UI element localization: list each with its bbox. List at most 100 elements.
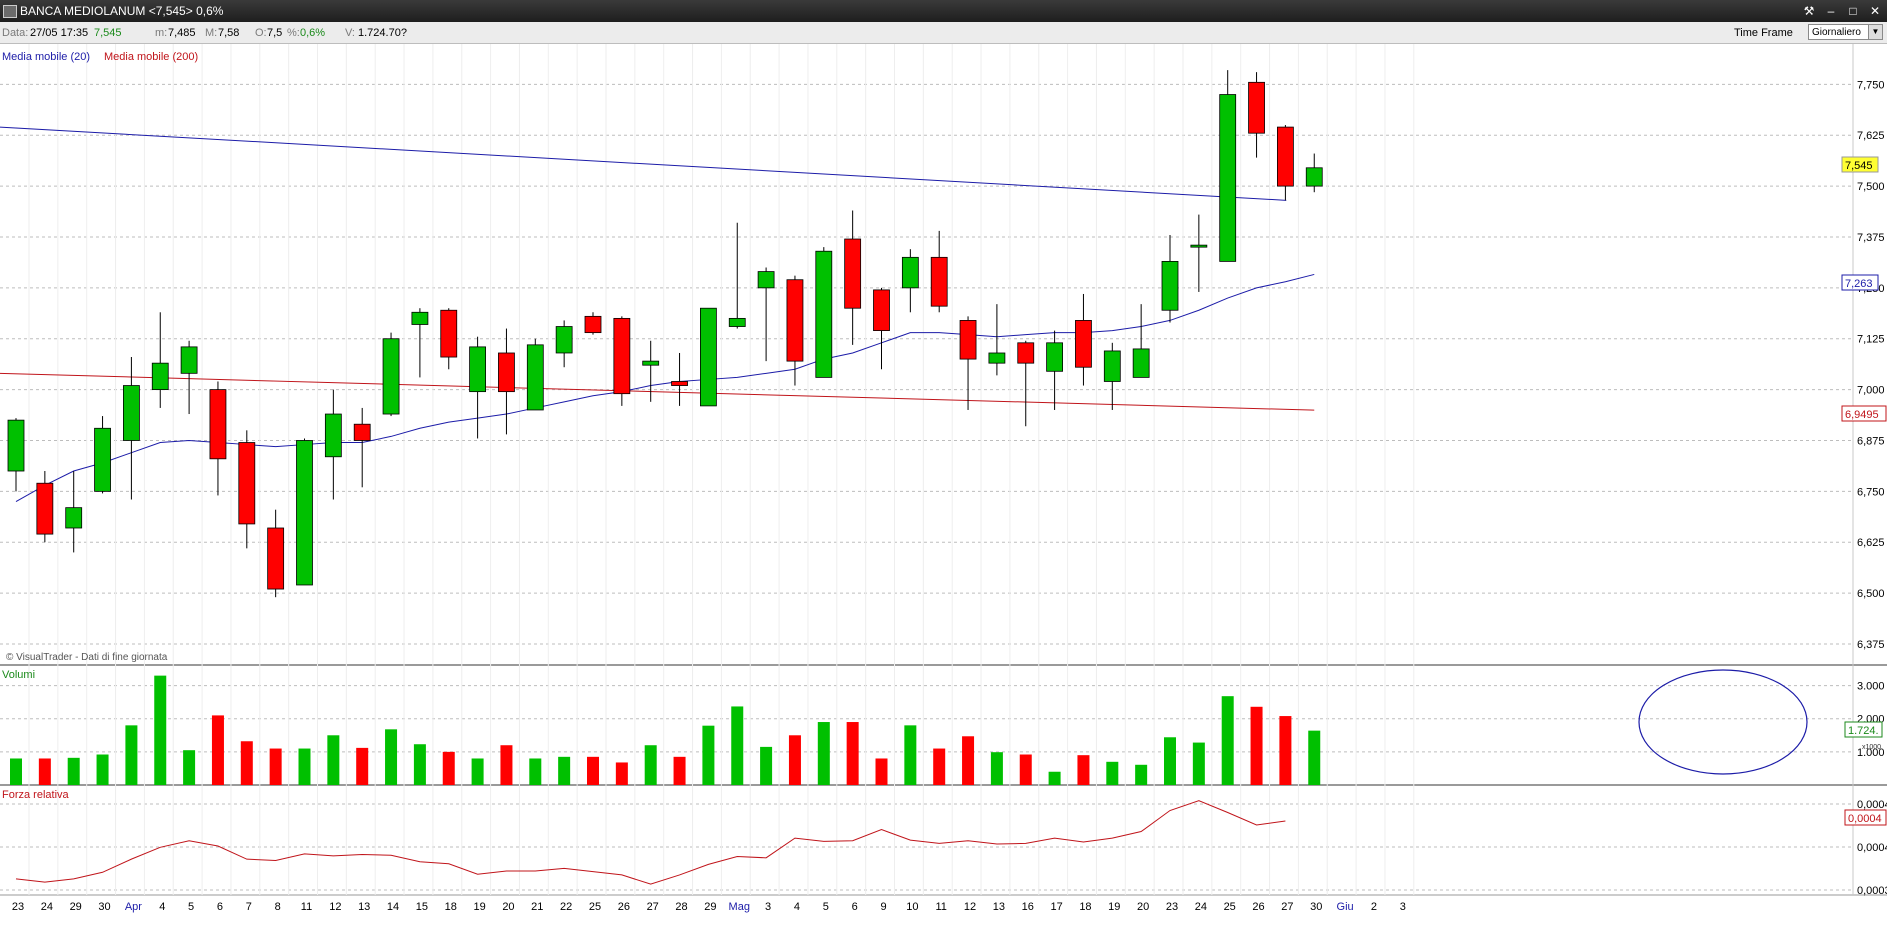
legend-ma200: Media mobile (200)	[104, 51, 198, 63]
volume-bar	[788, 735, 801, 785]
candle-down	[671, 381, 688, 386]
pin-icon[interactable]: ⚒	[1801, 3, 1817, 19]
open-value: 7,5	[267, 27, 283, 39]
rs-tick-label: 0,0003	[1857, 885, 1887, 897]
candle-down	[1075, 320, 1092, 368]
x-tick-label: 2	[1371, 901, 1377, 913]
pct-value: 0,6%	[300, 27, 326, 39]
candle-down	[1277, 126, 1294, 187]
candle-up	[901, 256, 919, 289]
candle-up	[469, 346, 487, 393]
price-tick-label: 7,750	[1857, 79, 1885, 91]
last-price-badge-text: 7,545	[1845, 160, 1873, 172]
volume-bar	[211, 715, 224, 785]
x-tick-label: 30	[1310, 901, 1322, 913]
volume-bar	[1077, 755, 1090, 785]
x-tick-label: 11	[301, 901, 312, 913]
candle-up	[757, 271, 775, 289]
candle-up	[94, 427, 111, 492]
candle-up	[1305, 167, 1323, 187]
price-tick-label: 7,000	[1857, 385, 1885, 397]
volume-bar	[125, 725, 138, 785]
candle-up	[555, 326, 573, 354]
candle-up	[1219, 94, 1237, 262]
volume-bar	[1164, 737, 1176, 785]
candle-up	[151, 362, 169, 391]
x-tick-label: 6	[217, 901, 223, 913]
date-label: Data:	[2, 27, 29, 39]
volume-bar	[413, 744, 426, 785]
candle-down	[267, 527, 285, 590]
price-tick-label: 6,875	[1857, 435, 1885, 447]
x-tick-label: 5	[823, 901, 829, 913]
min-value: 7,485	[168, 27, 196, 39]
x-tick-label: 22	[560, 901, 572, 913]
x-tick-label: 10	[906, 901, 918, 913]
maximize-button[interactable]: □	[1845, 3, 1861, 19]
x-tick-label: 30	[98, 901, 110, 913]
chevron-down-icon[interactable]: ▼	[1868, 25, 1882, 39]
x-tick-label: 13	[993, 901, 1005, 913]
volume-bar	[558, 756, 571, 785]
last-value: 7,545	[94, 27, 122, 39]
volume-bar	[529, 758, 542, 785]
volume-scale-label: x1000	[1862, 744, 1881, 751]
volume-bar	[760, 746, 773, 785]
x-tick-label: 24	[1195, 901, 1207, 913]
candle-up	[1132, 348, 1150, 378]
candle-up	[1161, 261, 1179, 311]
legend-ma20: Media mobile (20)	[2, 51, 90, 63]
candle-up	[296, 440, 313, 586]
chart-area[interactable]: 7,7507,6257,5007,3757,2507,1257,0006,875…	[0, 44, 1887, 932]
price-tick-label: 6,375	[1857, 639, 1885, 651]
x-tick-label: 11	[935, 901, 946, 913]
candle-up	[382, 338, 400, 415]
x-tick-label: 16	[1022, 901, 1034, 913]
volume-bar	[356, 747, 369, 785]
volume-bar	[240, 741, 253, 785]
volume-bar	[38, 758, 51, 785]
x-tick-label: 18	[1079, 901, 1091, 913]
price-tick-label: 7,375	[1857, 232, 1885, 244]
volume-bar	[183, 750, 196, 785]
x-tick-label: Mag	[729, 901, 750, 913]
x-tick-label: 5	[188, 901, 194, 913]
volume-tick-label: 3.000	[1857, 681, 1885, 693]
date-value: 27/05 17:35	[30, 27, 89, 39]
volume-bar	[990, 752, 1003, 785]
volume-bar	[673, 756, 686, 785]
candle-up	[411, 311, 429, 325]
x-tick-label: 25	[1224, 901, 1236, 913]
candle-up	[1190, 244, 1208, 248]
volume-bar	[96, 754, 109, 785]
x-tick-label: 27	[647, 901, 659, 913]
candle-down	[786, 279, 804, 362]
volume-bar	[1279, 716, 1292, 785]
volume-label: V:	[345, 27, 355, 39]
x-tick-label: 26	[1252, 901, 1264, 913]
x-tick-label: 6	[852, 901, 858, 913]
volume-bar	[442, 751, 455, 785]
minimize-button[interactable]: –	[1823, 3, 1839, 19]
max-label: M:	[205, 27, 218, 39]
rs-tick-label: 0,0004	[1857, 842, 1887, 854]
x-tick-label: Apr	[125, 901, 142, 913]
x-tick-label: 25	[589, 901, 601, 913]
candle-down	[209, 389, 227, 460]
x-tick-label: 3	[765, 901, 771, 913]
volume-bar	[67, 757, 80, 785]
candle-down	[1017, 342, 1035, 364]
candle-up	[1103, 350, 1121, 382]
price-tick-label: 6,750	[1857, 486, 1885, 498]
volume-bar	[933, 748, 946, 785]
timeframe-select[interactable]: Giornaliero ▼	[1808, 24, 1883, 40]
price-tick-label: 7,625	[1857, 130, 1885, 142]
volume-bar	[846, 722, 859, 785]
candle-down	[959, 320, 977, 360]
rs-grid: 0,0004 0,0004 0,0003	[0, 799, 1887, 897]
candle-down	[584, 315, 602, 334]
close-button[interactable]: ✕	[1867, 3, 1883, 19]
volume-bar	[10, 758, 22, 785]
candle-up	[180, 346, 198, 374]
x-tick-label: 28	[675, 901, 687, 913]
